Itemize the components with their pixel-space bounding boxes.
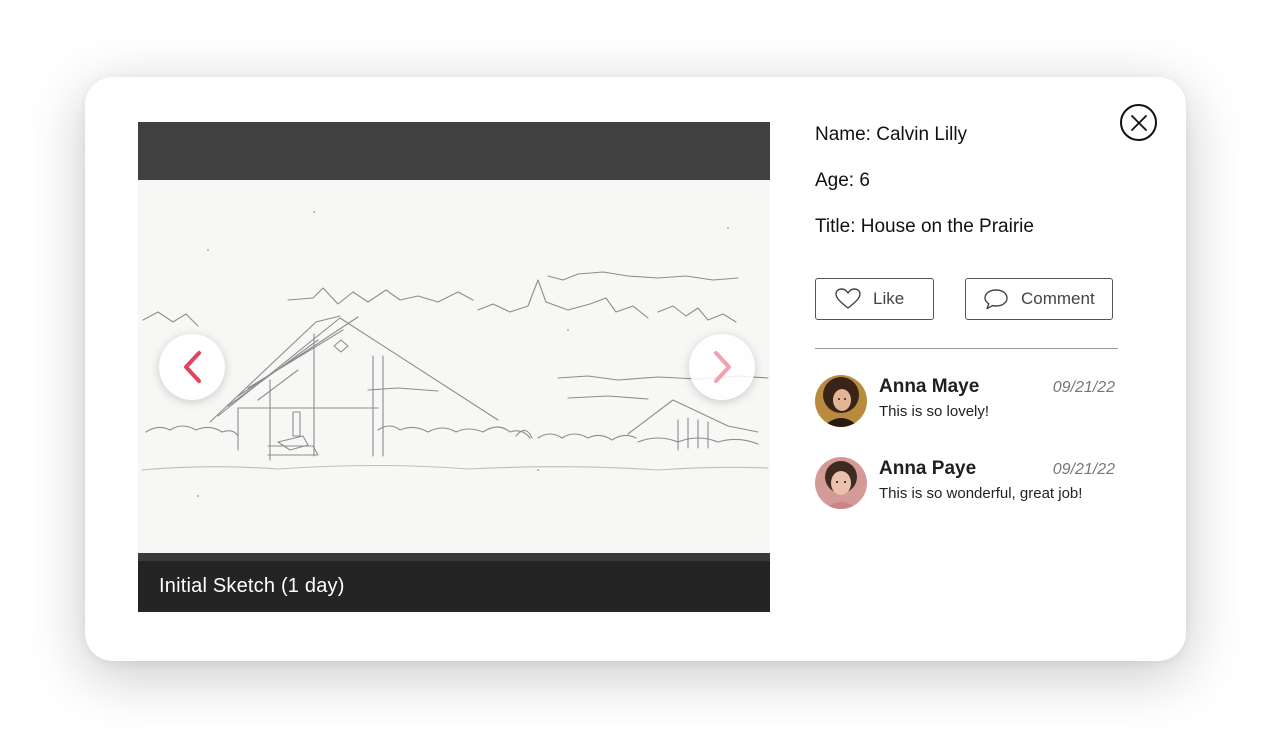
speech-bubble-icon — [984, 289, 1008, 310]
artist-age: Age: 6 — [815, 170, 870, 191]
previous-image-button[interactable] — [159, 334, 225, 400]
next-image-button[interactable] — [689, 334, 755, 400]
artist-name: Name: Calvin Lilly — [815, 124, 968, 145]
avatar — [815, 375, 867, 427]
like-button[interactable]: Like — [815, 278, 934, 320]
comment-author[interactable]: Anna Paye — [879, 458, 976, 480]
artwork-info: Name: Calvin Lilly Age: 6 Title: House o… — [815, 123, 1135, 261]
comment-label: Comment — [1021, 289, 1095, 308]
comment-date: 09/21/22 — [1052, 461, 1115, 478]
chevron-left-icon — [184, 351, 201, 383]
comment-text: This is so wonderful, great job! — [879, 485, 1083, 502]
comment-item: Anna Paye 09/21/22 This is so wonderful,… — [815, 456, 1115, 512]
comment-button[interactable]: Comment — [965, 278, 1113, 320]
comment-text: This is so lovely! — [879, 403, 990, 420]
artwork-title: Title: House on the Prairie — [815, 216, 1034, 237]
action-buttons: Like Comment — [815, 278, 1118, 320]
comment-author[interactable]: Anna Maye — [879, 376, 979, 398]
chevron-right-icon — [714, 351, 731, 383]
artwork-image — [138, 180, 770, 554]
heart-icon — [835, 288, 861, 309]
divider — [815, 348, 1118, 349]
avatar — [815, 457, 867, 509]
viewer-top-bar — [138, 122, 770, 180]
image-viewer: Initial Sketch (1 day) — [138, 122, 770, 612]
caption-bar: Initial Sketch (1 day) — [138, 553, 770, 612]
comment-date: 09/21/22 — [1052, 379, 1115, 396]
comment-item: Anna Maye 09/21/22 This is so lovely! — [815, 374, 1115, 430]
artwork-detail-modal: Initial Sketch (1 day) Name: Calvin Lill… — [85, 77, 1186, 661]
like-label: Like — [873, 289, 905, 308]
image-caption: Initial Sketch (1 day) — [159, 575, 345, 597]
